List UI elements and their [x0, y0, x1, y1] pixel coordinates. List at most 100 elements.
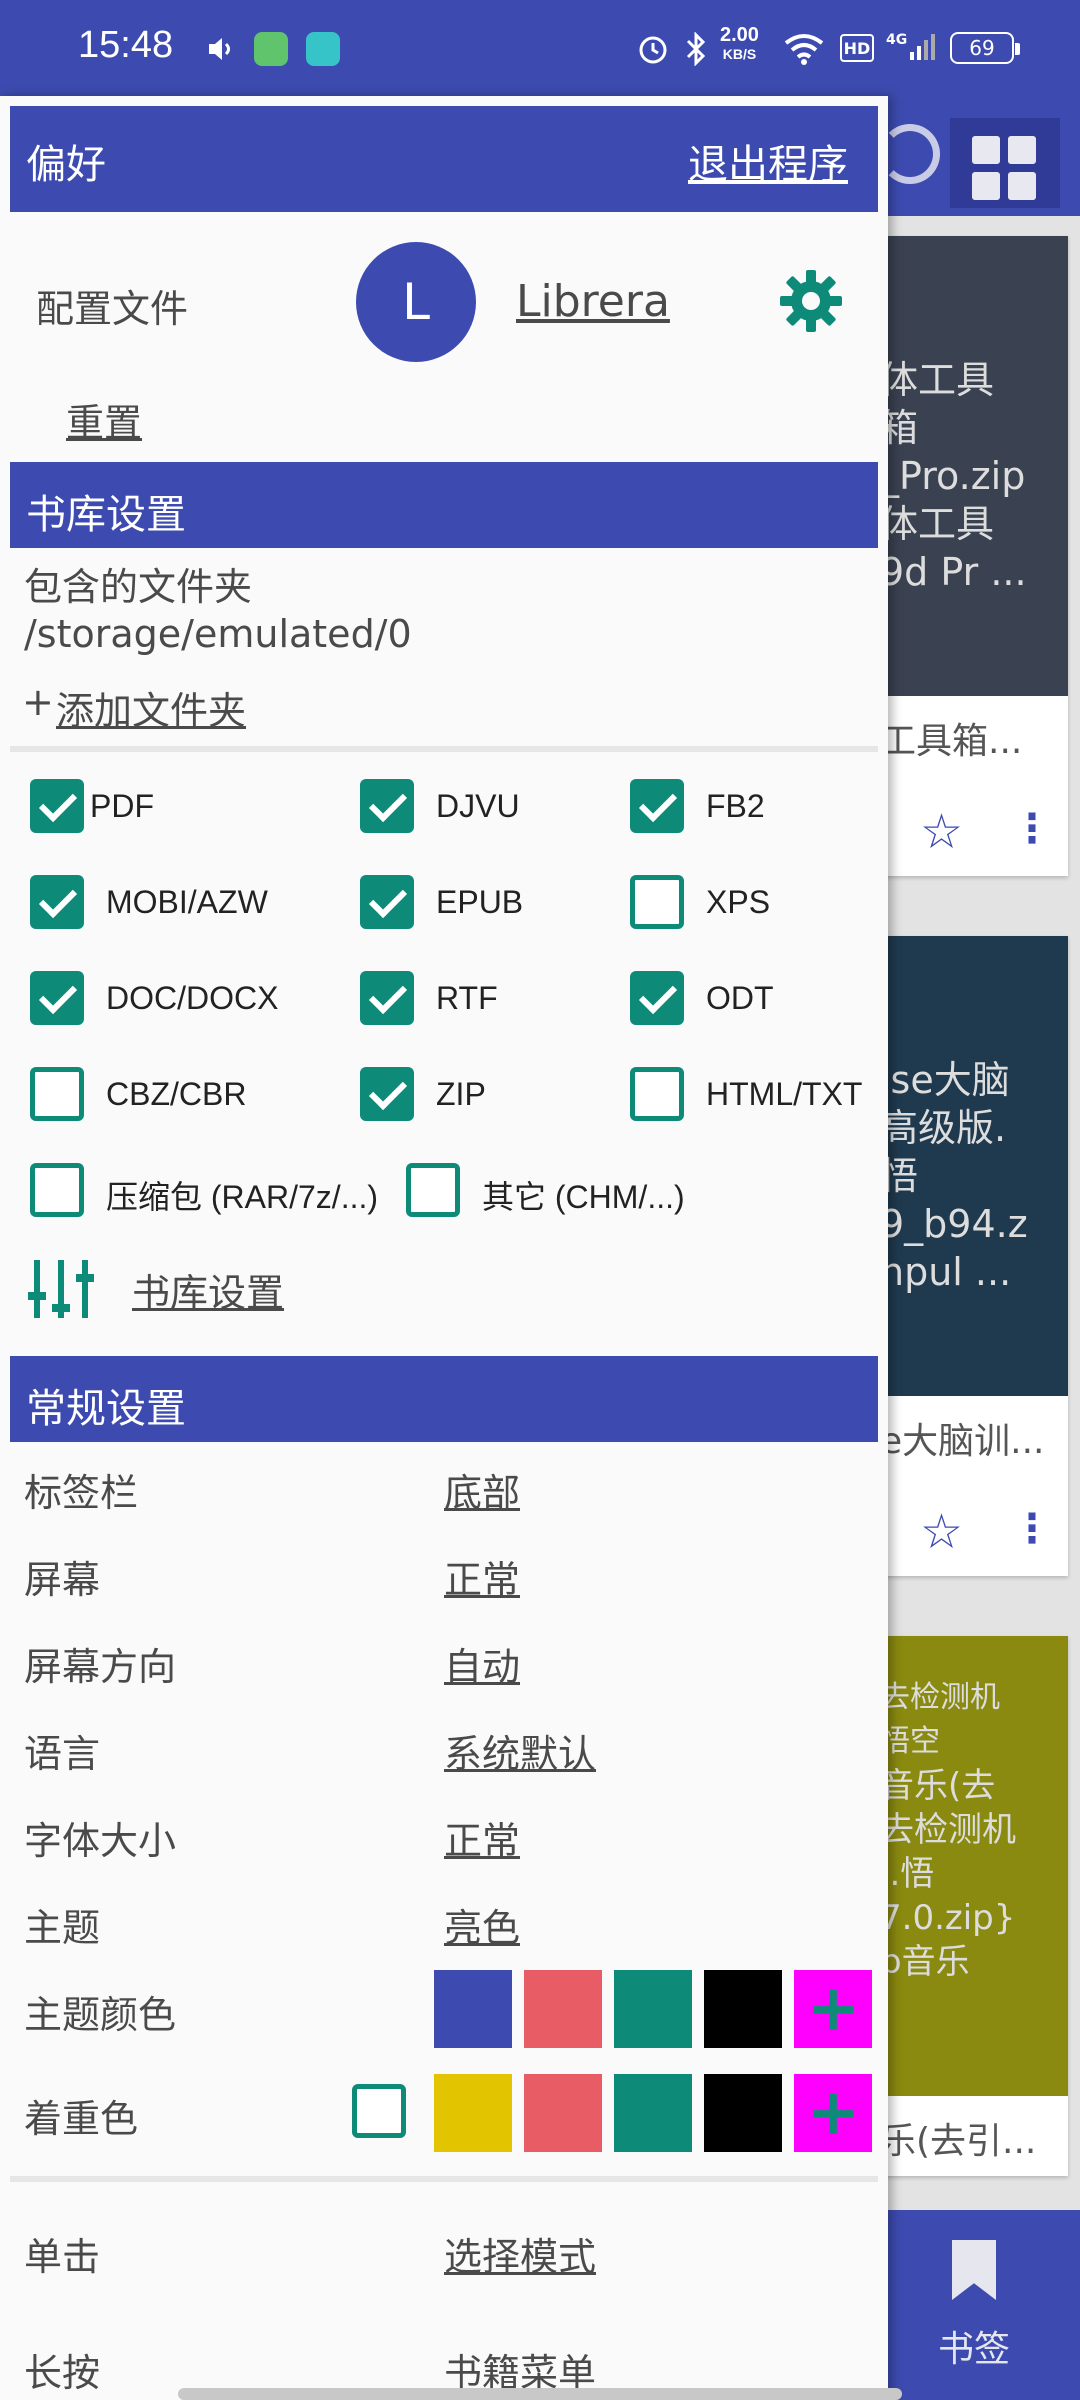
theme-color-swatch[interactable] [434, 1970, 512, 2048]
library-settings-header: 书库设置 [10, 462, 878, 548]
bookmark-icon [952, 2240, 996, 2300]
format-checkbox-zip[interactable] [360, 1067, 414, 1121]
setting-value-font-size[interactable]: 正常 [444, 1810, 520, 1865]
format-label: DOC/DOCX [106, 980, 279, 1016]
alarm-icon [636, 32, 670, 66]
format-checkbox-djvu[interactable] [360, 779, 414, 833]
wifi-icon [784, 32, 824, 66]
format-checkbox-cbz[interactable] [30, 1067, 84, 1121]
app-notification-icon [306, 32, 340, 66]
folder-path[interactable]: /storage/emulated/0 [24, 612, 412, 656]
format-label: CBZ/CBR [106, 1076, 247, 1112]
format-checkbox-pdf[interactable] [30, 779, 84, 833]
format-label: XPS [706, 884, 771, 920]
more-vert-icon[interactable]: ⋮ [1012, 1506, 1052, 1552]
add-folder-link[interactable]: 添加文件夹 [56, 680, 246, 735]
folders-label: 包含的文件夹 [24, 565, 253, 609]
format-label: MOBI/AZW [106, 884, 268, 920]
setting-value-orientation[interactable]: 自动 [444, 1636, 520, 1691]
setting-value-theme[interactable]: 亮色 [444, 1897, 520, 1952]
setting-label-theme: 主题 [24, 1906, 101, 1950]
format-label: 压缩包 (RAR/7z/...) [106, 1179, 379, 1215]
home-indicator[interactable] [178, 2388, 902, 2400]
theme-color-swatch[interactable] [614, 1970, 692, 2048]
theme-color-swatch[interactable] [704, 1970, 782, 2048]
format-checkbox-archive[interactable] [30, 1163, 84, 1217]
divider [10, 2176, 878, 2182]
network-speed: 2.00 KB/S [720, 24, 759, 62]
format-checkbox-fb2[interactable] [630, 779, 684, 833]
accent-color-checkbox[interactable] [352, 2084, 406, 2138]
theme-color-swatch[interactable] [524, 1970, 602, 2048]
volume-icon [206, 32, 236, 66]
format-label: RTF [436, 980, 498, 1016]
setting-label-font-size: 字体大小 [24, 1819, 177, 1863]
setting-value-screen[interactable]: 正常 [444, 1549, 520, 1604]
book-cover: 体工具 箱 _Pro.zip 体工具 9d Pr ... [880, 236, 1068, 696]
general-settings-title: 常规设置 [26, 1386, 186, 1432]
bluetooth-icon [684, 32, 708, 66]
status-time: 15:48 [78, 24, 174, 66]
book-card[interactable]: 体工具 箱 _Pro.zip 体工具 9d Pr ... 工具箱... ☆ ⋮ [880, 236, 1068, 876]
setting-label-orientation: 屏幕方向 [24, 1645, 177, 1689]
bottom-tab-bookmarks[interactable]: 书签 [880, 2210, 1080, 2400]
grid-view-icon[interactable] [950, 118, 1060, 208]
setting-label-tabbar: 标签栏 [24, 1471, 139, 1515]
accent-color-label: 着重色 [24, 2097, 139, 2141]
hd-badge: HD [840, 34, 874, 62]
format-checkbox-xps[interactable] [630, 875, 684, 929]
library-settings-title: 书库设置 [26, 492, 186, 538]
long-press-label: 长按 [24, 2351, 101, 2395]
book-card[interactable]: lse大脑 高级版. 悟 9_b94.z npul ... e大脑训... ☆ … [880, 936, 1068, 1576]
format-checkbox-rtf[interactable] [360, 971, 414, 1025]
message-app-icon [254, 32, 288, 66]
click-label: 单击 [24, 2235, 101, 2279]
refresh-icon[interactable] [880, 124, 940, 184]
add-accent-color-icon[interactable]: + [794, 2074, 872, 2152]
book-title: 乐(去引... [880, 2121, 1037, 2162]
book-cover: lse大脑 高级版. 悟 9_b94.z npul ... [880, 936, 1068, 1396]
format-checkbox-odt[interactable] [630, 971, 684, 1025]
status-bar: 15:48 2.00 KB/S HD 4G 69 [0, 0, 1080, 96]
bookmarks-label: 书签 [938, 2329, 1011, 2370]
add-folder-plus[interactable]: + [22, 680, 54, 724]
exit-app-link[interactable]: 退出程序 [688, 132, 848, 190]
accent-color-swatch[interactable] [614, 2074, 692, 2152]
format-label: ZIP [436, 1076, 486, 1112]
format-label: HTML/TXT [706, 1076, 863, 1112]
book-title: 工具箱... [880, 721, 1023, 762]
format-label: FB2 [706, 788, 765, 824]
book-card[interactable]: 去检测机 悟空 音乐(去 去检测机 l.悟 7.0.zip} b音乐 乐(去引.… [880, 1636, 1068, 2176]
format-checkbox-epub[interactable] [360, 875, 414, 929]
profile-avatar[interactable]: L [356, 242, 476, 362]
format-checkbox-other[interactable] [406, 1163, 460, 1217]
preferences-title: 偏好 [26, 142, 106, 188]
accent-color-swatch[interactable] [704, 2074, 782, 2152]
setting-value-language[interactable]: 系统默认 [444, 1723, 596, 1778]
format-checkbox-html[interactable] [630, 1067, 684, 1121]
reset-profile-link[interactable]: 重置 [66, 392, 142, 447]
library-settings-link[interactable]: 书库设置 [132, 1262, 284, 1317]
accent-color-swatch[interactable] [524, 2074, 602, 2152]
book-cover: 去检测机 悟空 音乐(去 去检测机 l.悟 7.0.zip} b音乐 [880, 1636, 1068, 2096]
star-icon[interactable]: ☆ [920, 1504, 963, 1560]
setting-value-tabbar[interactable]: 底部 [444, 1462, 520, 1517]
gear-icon[interactable] [778, 268, 844, 334]
tune-sliders-icon[interactable] [28, 1256, 94, 1322]
format-label: PDF [90, 788, 154, 824]
format-label: DJVU [436, 788, 520, 824]
add-theme-color-icon[interactable]: + [794, 1970, 872, 2048]
more-vert-icon[interactable]: ⋮ [1012, 806, 1052, 852]
accent-color-swatch[interactable] [434, 2074, 512, 2152]
general-settings-header: 常规设置 [10, 1356, 878, 1442]
format-label: EPUB [436, 884, 524, 920]
profile-name-link[interactable]: Librera [516, 276, 670, 327]
format-checkbox-mobi[interactable] [30, 875, 84, 929]
format-checkbox-doc[interactable] [30, 971, 84, 1025]
click-value[interactable]: 选择模式 [444, 2226, 596, 2281]
preferences-drawer: 偏好 退出程序 配置文件 L Librera 重置 书库设置 包含的文件夹 /s… [0, 96, 888, 2400]
format-label: 其它 (CHM/...) [482, 1179, 685, 1215]
battery-indicator: 69 [950, 32, 1020, 64]
star-icon[interactable]: ☆ [920, 804, 963, 860]
theme-color-label: 主题颜色 [24, 1993, 177, 2037]
